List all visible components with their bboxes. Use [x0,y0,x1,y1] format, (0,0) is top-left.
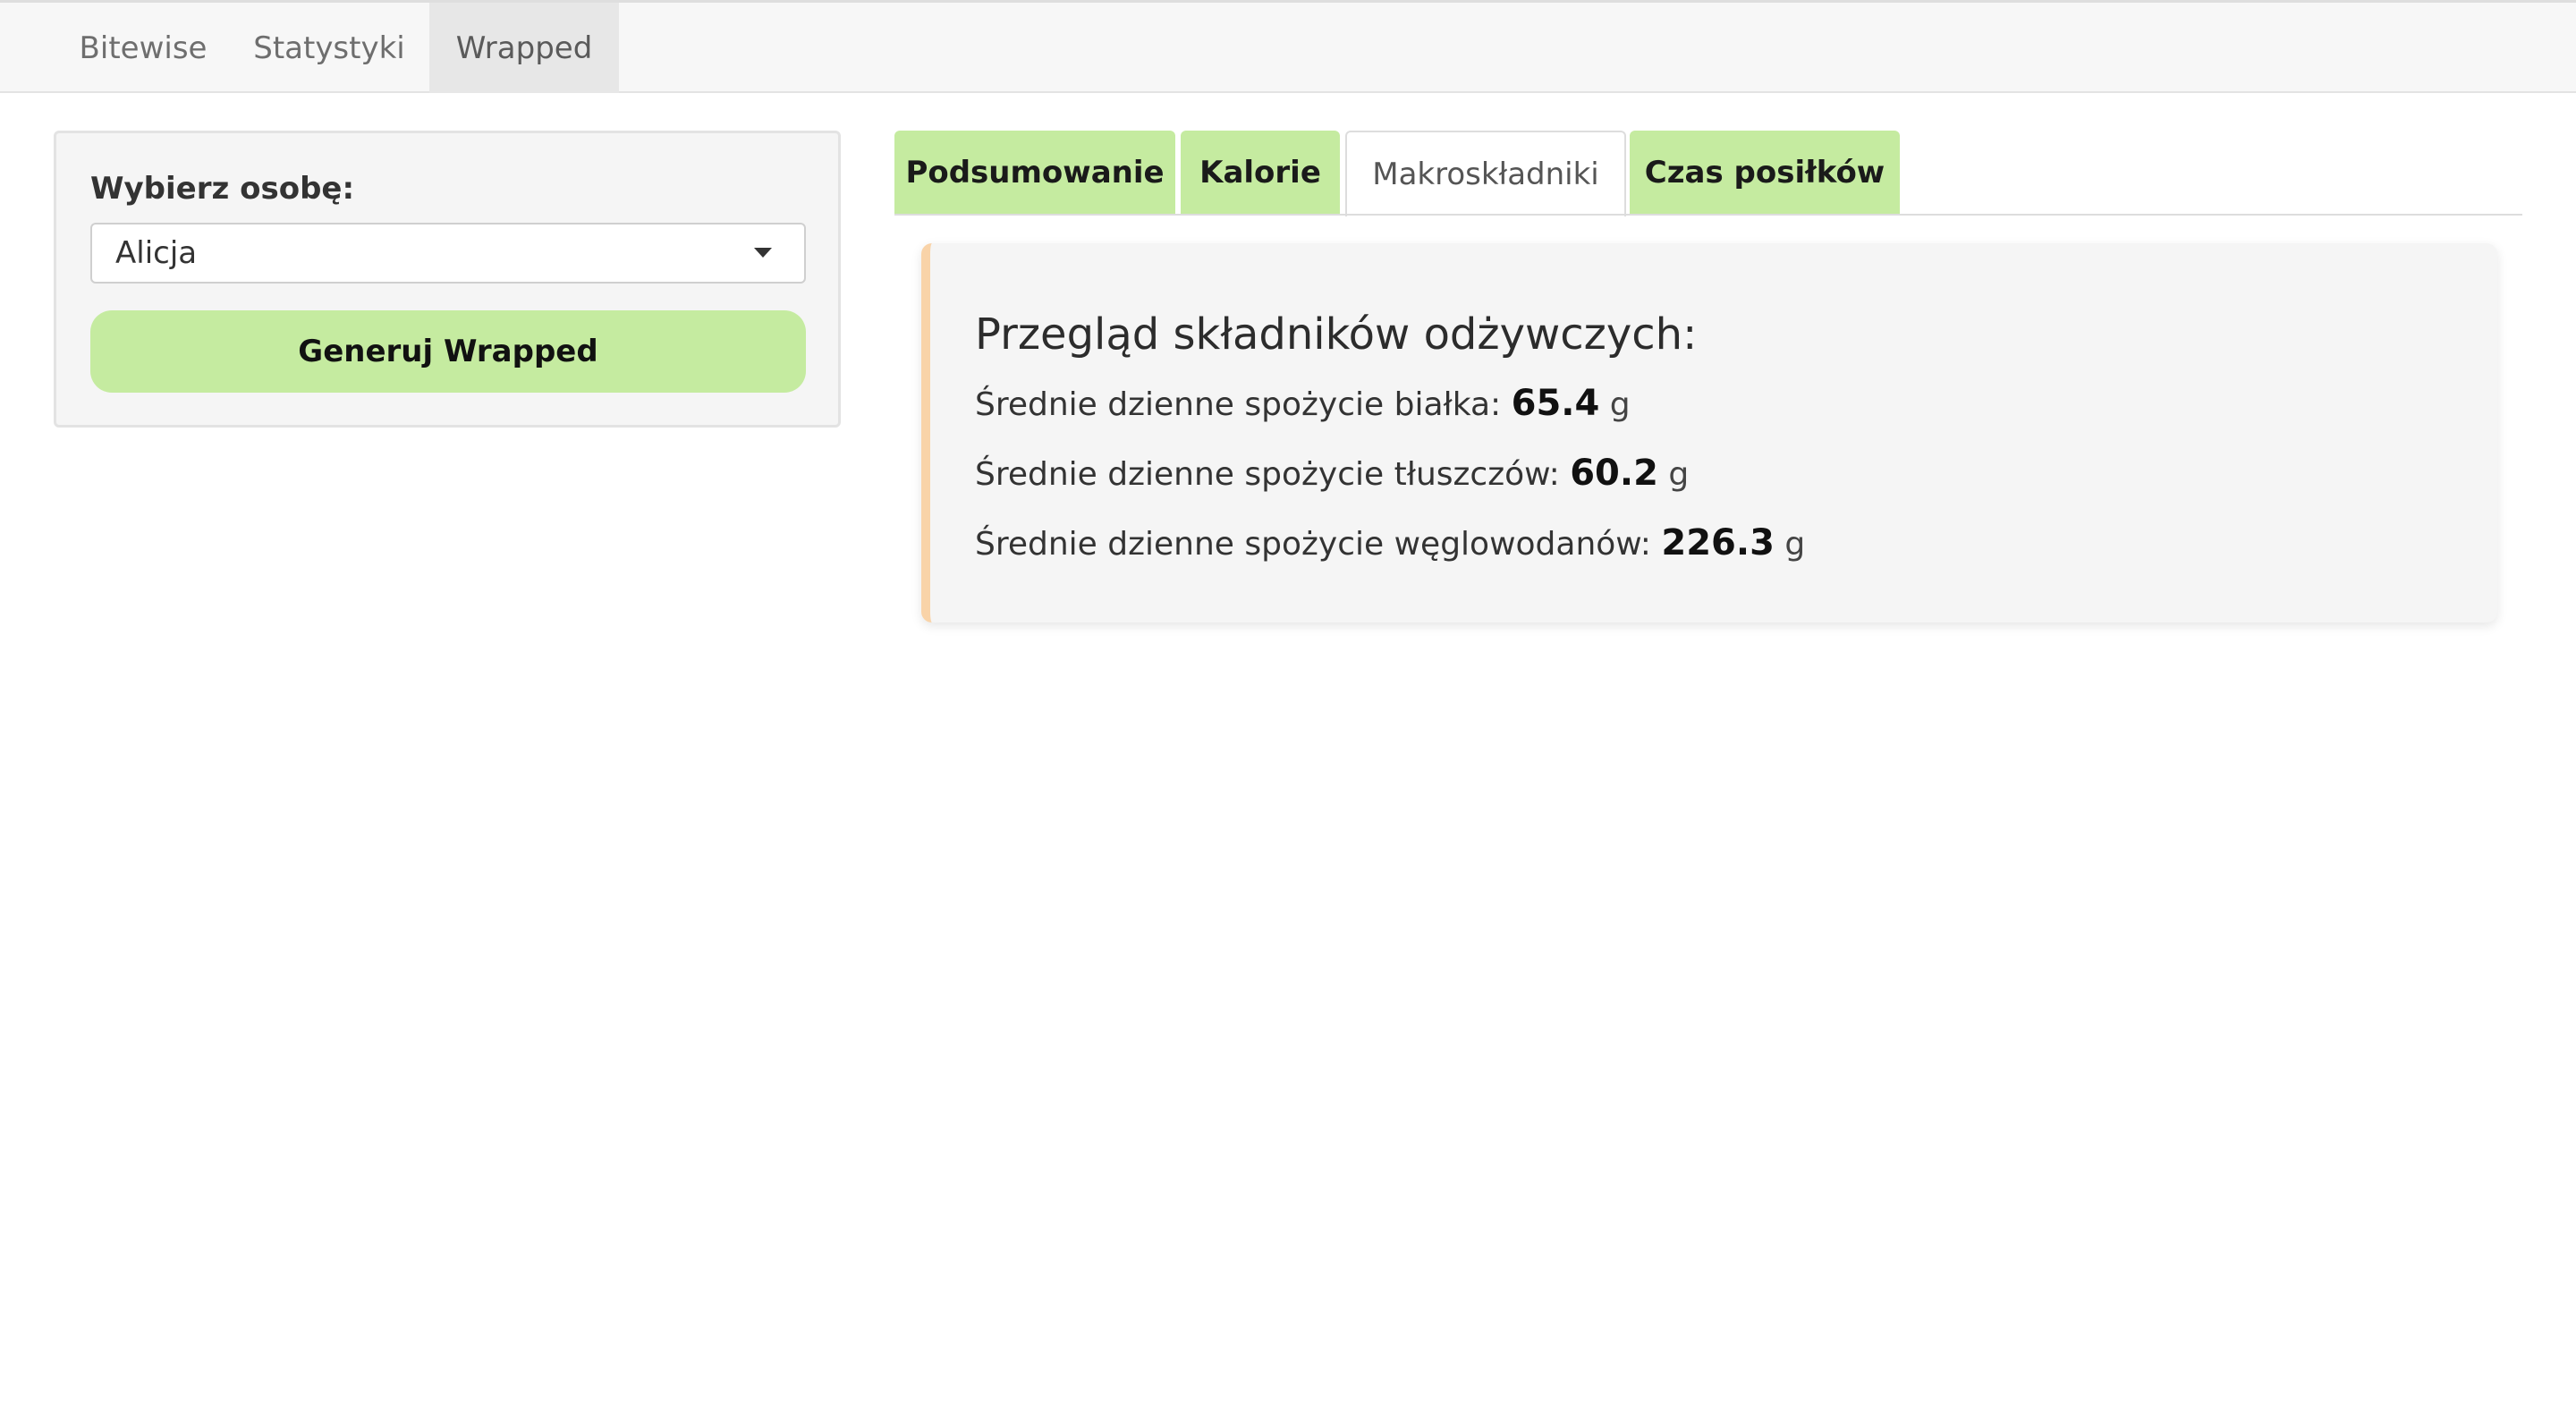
stat-label: Średnie dzienne spożycie białka: [975,386,1502,423]
nav-item-wrapped[interactable]: Wrapped [429,3,619,93]
nav-item-statystyki[interactable]: Statystyki [240,3,419,93]
stat-unit: g [1784,526,1806,563]
tab-kalorie[interactable]: Kalorie [1181,131,1340,215]
tab-czas-posilkow[interactable]: Czas posiłków [1630,131,1900,215]
tab-makroskladniki[interactable]: Makroskładniki [1345,131,1626,216]
top-navbar: Bitewise Statystyki Wrapped [0,0,2576,93]
stat-unit: g [1609,386,1631,423]
stat-value: 226.3 [1661,522,1775,563]
generate-wrapped-button[interactable]: Generuj Wrapped [90,310,806,393]
page: Bitewise Statystyki Wrapped Wybierz osob… [0,0,2576,1406]
caret-down-icon [754,248,772,258]
person-select-value: Alicja [115,235,198,271]
person-select[interactable]: Alicja [90,223,806,284]
tabs-divider [894,214,2522,216]
stat-unit: g [1668,456,1690,493]
stat-label: Średnie dzienne spożycie tłuszczów: [975,456,1560,493]
sidebar-panel: Wybierz osobę: Alicja Generuj Wrapped [54,131,841,428]
stat-carbs: Średnie dzienne spożycie węglowodanów: 2… [975,522,1805,563]
nav-item-bitewise[interactable]: Bitewise [54,3,233,93]
stat-label: Średnie dzienne spożycie węglowodanów: [975,526,1651,563]
person-select-label: Wybierz osobę: [90,171,355,207]
stat-value: 60.2 [1570,453,1658,494]
tab-podsumowanie[interactable]: Podsumowanie [894,131,1175,215]
stat-fat: Średnie dzienne spożycie tłuszczów: 60.2… [975,453,1689,494]
stat-value: 65.4 [1511,383,1600,424]
stat-protein: Średnie dzienne spożycie białka: 65.4 g [975,383,1631,424]
macros-summary-card: Przegląd składników odżywczych: Średnie … [921,243,2497,623]
card-title: Przegląd składników odżywczych: [975,309,1698,360]
